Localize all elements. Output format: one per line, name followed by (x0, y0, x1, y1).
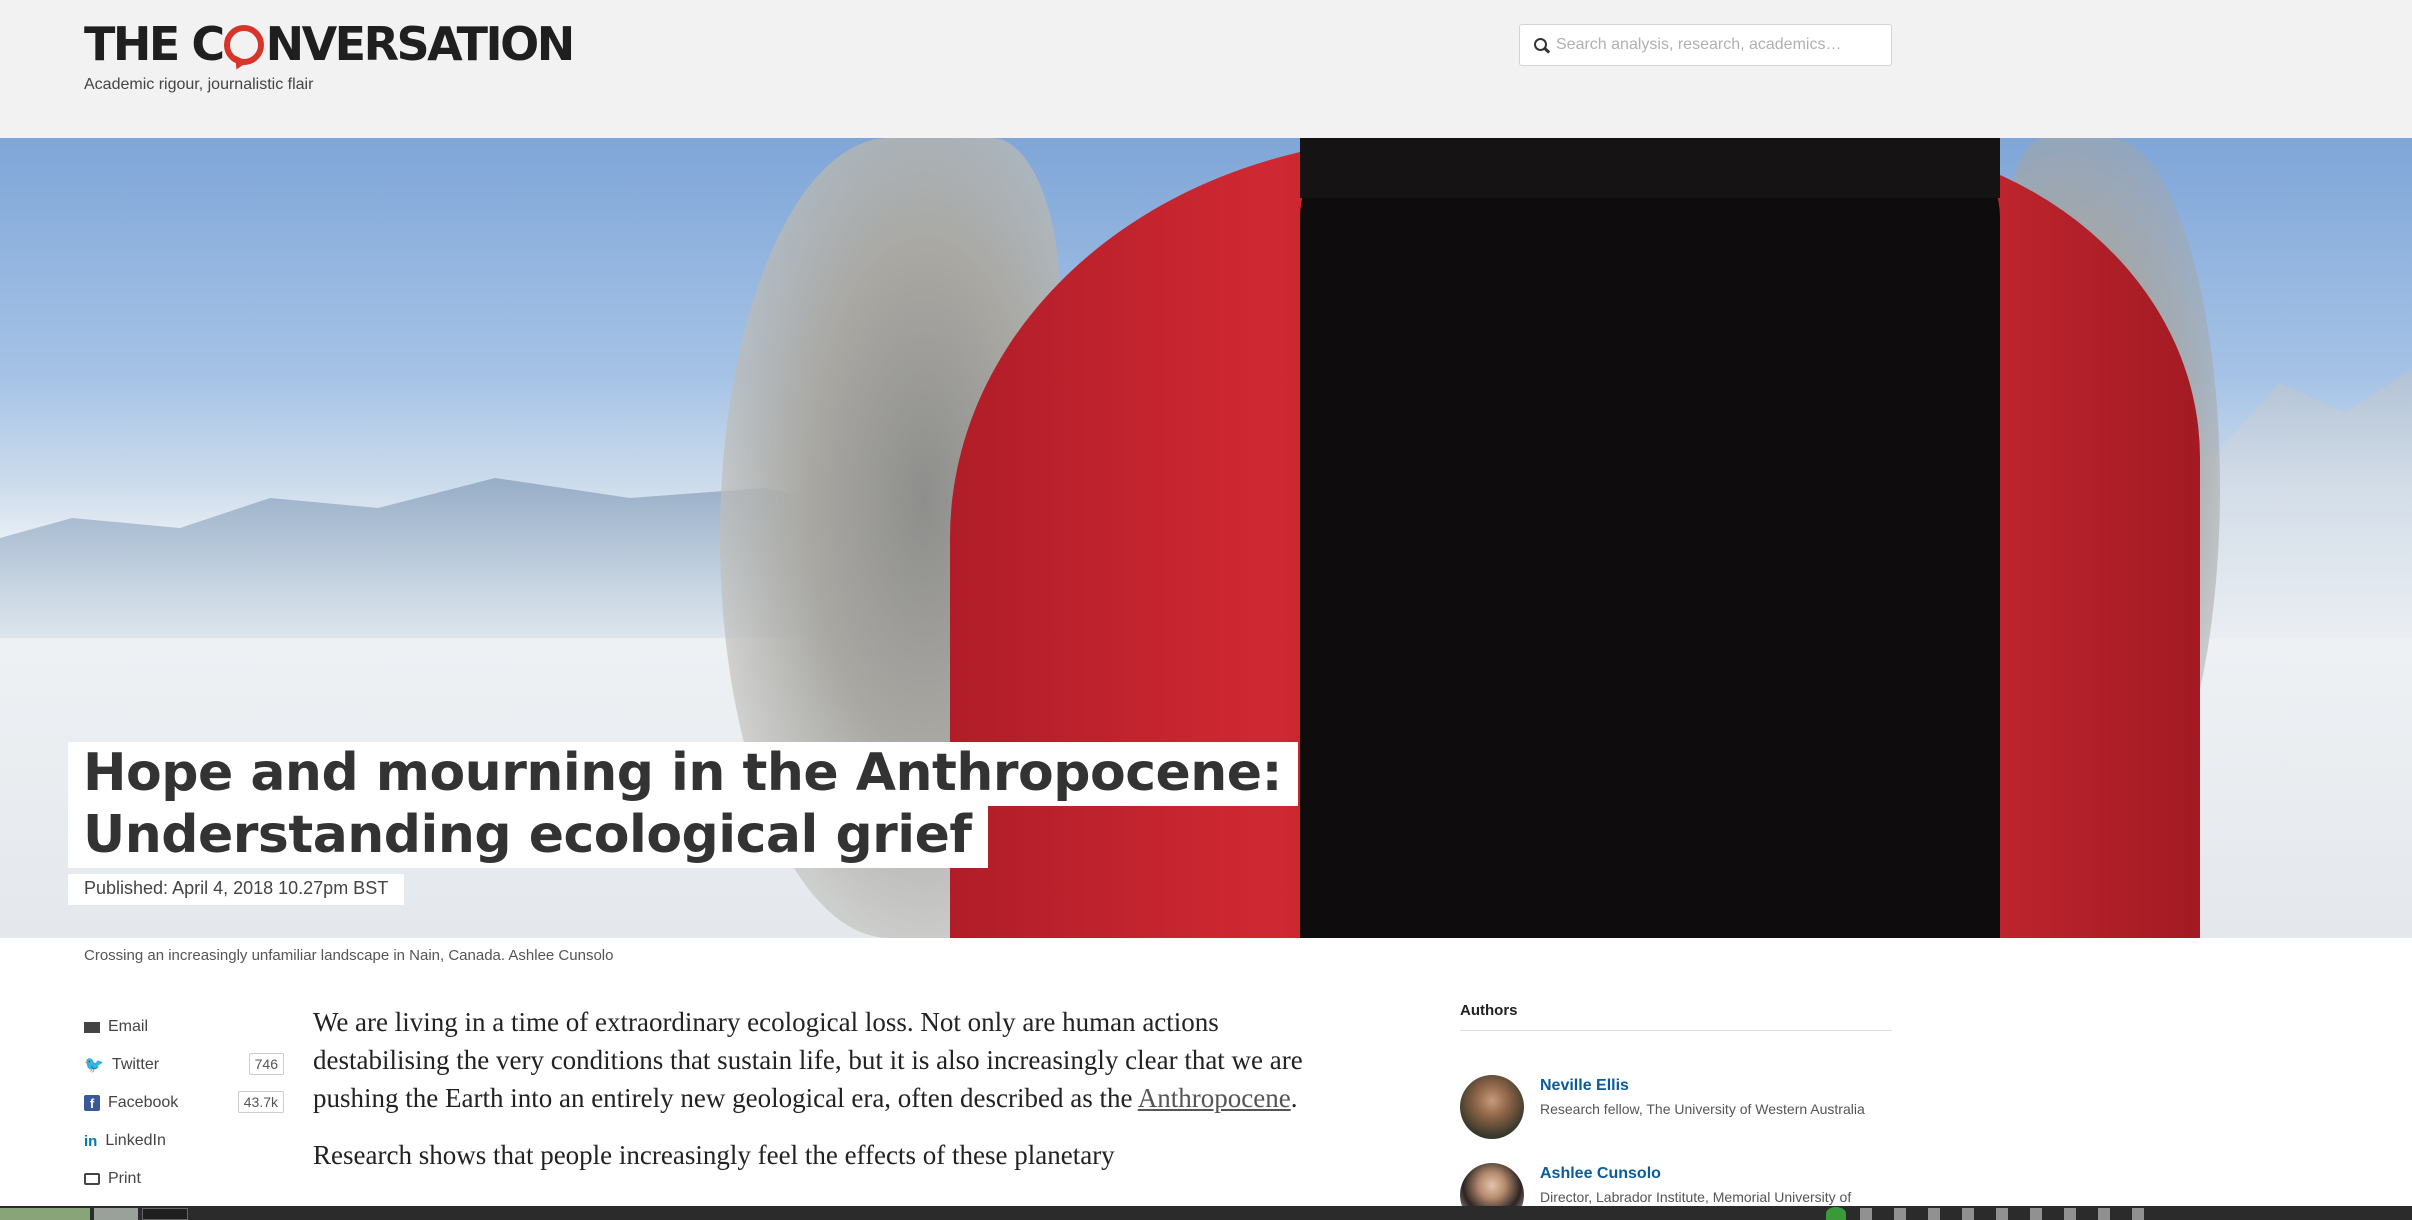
authors-heading: Authors (1460, 1002, 1892, 1031)
anthropocene-link[interactable]: Anthropocene (1138, 1083, 1291, 1113)
share-twitter[interactable]: 🐦 Twitter 746 (84, 1046, 284, 1084)
share-facebook[interactable]: f Facebook 43.7k (84, 1084, 284, 1122)
site-tagline: Academic rigour, journalistic flair (84, 76, 314, 93)
share-facebook-label: Facebook (108, 1094, 179, 1111)
article-title-line-2: Understanding ecological grief (68, 804, 988, 868)
share-linkedin[interactable]: in LinkedIn (84, 1122, 284, 1160)
share-print-label: Print (108, 1170, 141, 1187)
facebook-count-badge: 43.7k (237, 1091, 284, 1113)
author-name-link[interactable]: Ashlee Cunsolo (1540, 1165, 1661, 1183)
speech-bubble-icon (223, 25, 264, 65)
hero-hood-top (1300, 138, 2000, 198)
paragraph-1-end: . (1290, 1083, 1298, 1113)
author-name-link[interactable]: Neville Ellis (1540, 1077, 1629, 1095)
search-box[interactable] (1519, 24, 1892, 66)
twitter-count-badge: 746 (248, 1053, 284, 1075)
logo-text-start: THE C (84, 17, 225, 71)
taskbar-app-tile[interactable] (94, 1208, 138, 1220)
tray-icons[interactable] (1860, 1208, 2160, 1220)
tray-status-icon[interactable] (1826, 1207, 1846, 1220)
search-input[interactable] (1556, 26, 1886, 64)
article-paragraph: Research shows that people increasingly … (313, 1140, 1115, 1170)
search-icon[interactable] (1520, 25, 1556, 65)
linkedin-icon: in (84, 1132, 98, 1150)
share-twitter-label: Twitter (111, 1056, 160, 1073)
share-email-label: Email (108, 1018, 149, 1035)
share-print[interactable]: Print (84, 1160, 284, 1198)
twitter-icon: 🐦 (84, 1057, 104, 1074)
logo-text-end: NVERSATION (265, 17, 576, 71)
share-sidebar: Email 🐦 Twitter 746 f Facebook 43.7k in … (84, 1008, 284, 1198)
authors-panel: Authors Neville Ellis Research fellow, T… (1460, 1002, 1892, 1220)
taskbar-app-tile[interactable] (0, 1208, 90, 1220)
facebook-icon: f (84, 1095, 100, 1111)
article-title-line-1: Hope and mourning in the Anthropocene: (68, 742, 1298, 806)
share-linkedin-label: LinkedIn (105, 1132, 166, 1149)
print-icon (84, 1173, 100, 1185)
image-caption: Crossing an increasingly unfamiliar land… (84, 947, 614, 964)
published-date: Published: April 4, 2018 10.27pm BST (68, 874, 405, 905)
taskbar-app-tile[interactable] (142, 1208, 188, 1220)
article-body: We are living in a time of extraordinary… (313, 1003, 1333, 1193)
email-icon (84, 1021, 100, 1033)
hero-face-shadow (1300, 138, 2000, 938)
avatar[interactable] (1460, 1075, 1524, 1139)
author-role: Research fellow, The University of Weste… (1540, 1101, 1865, 1117)
article-paragraph: We are living in a time of extraordinary… (313, 1003, 1333, 1117)
author-card: Neville Ellis Research fellow, The Unive… (1460, 1075, 1892, 1163)
os-taskbar (0, 1206, 2412, 1220)
site-header: THE C NVERSATION Academic rigour, journal… (0, 0, 2412, 138)
site-logo[interactable]: THE C NVERSATION (84, 17, 576, 71)
share-email[interactable]: Email (84, 1008, 284, 1046)
